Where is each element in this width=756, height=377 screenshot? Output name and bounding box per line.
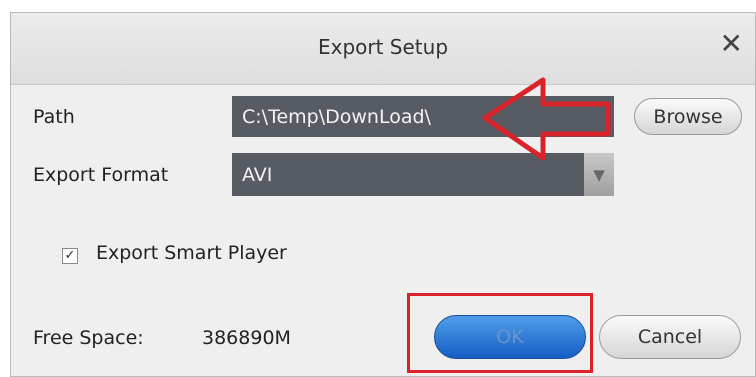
free-space-value: 386890M	[202, 327, 291, 349]
dialog-title: Export Setup	[317, 35, 449, 59]
export-format-label: Export Format	[33, 164, 169, 186]
path-value: C:\Temp\DownLoad\	[242, 105, 431, 128]
path-label: Path	[33, 106, 75, 128]
export-smart-player-checkbox[interactable]: ✓	[62, 248, 78, 264]
export-setup-dialog: Export Setup ✕ Path C:\Temp\DownLoad\ Br…	[10, 12, 756, 377]
close-icon[interactable]: ✕	[720, 30, 743, 58]
export-format-value: AVI	[242, 163, 273, 186]
browse-button[interactable]: Browse	[634, 98, 742, 135]
title-bar: Export Setup ✕	[11, 13, 755, 85]
export-smart-player-label: Export Smart Player	[96, 242, 287, 264]
annotation-arrow	[482, 77, 611, 161]
annotation-highlight-box	[407, 293, 593, 373]
cancel-button[interactable]: Cancel	[599, 315, 741, 359]
free-space-label: Free Space:	[33, 327, 144, 349]
